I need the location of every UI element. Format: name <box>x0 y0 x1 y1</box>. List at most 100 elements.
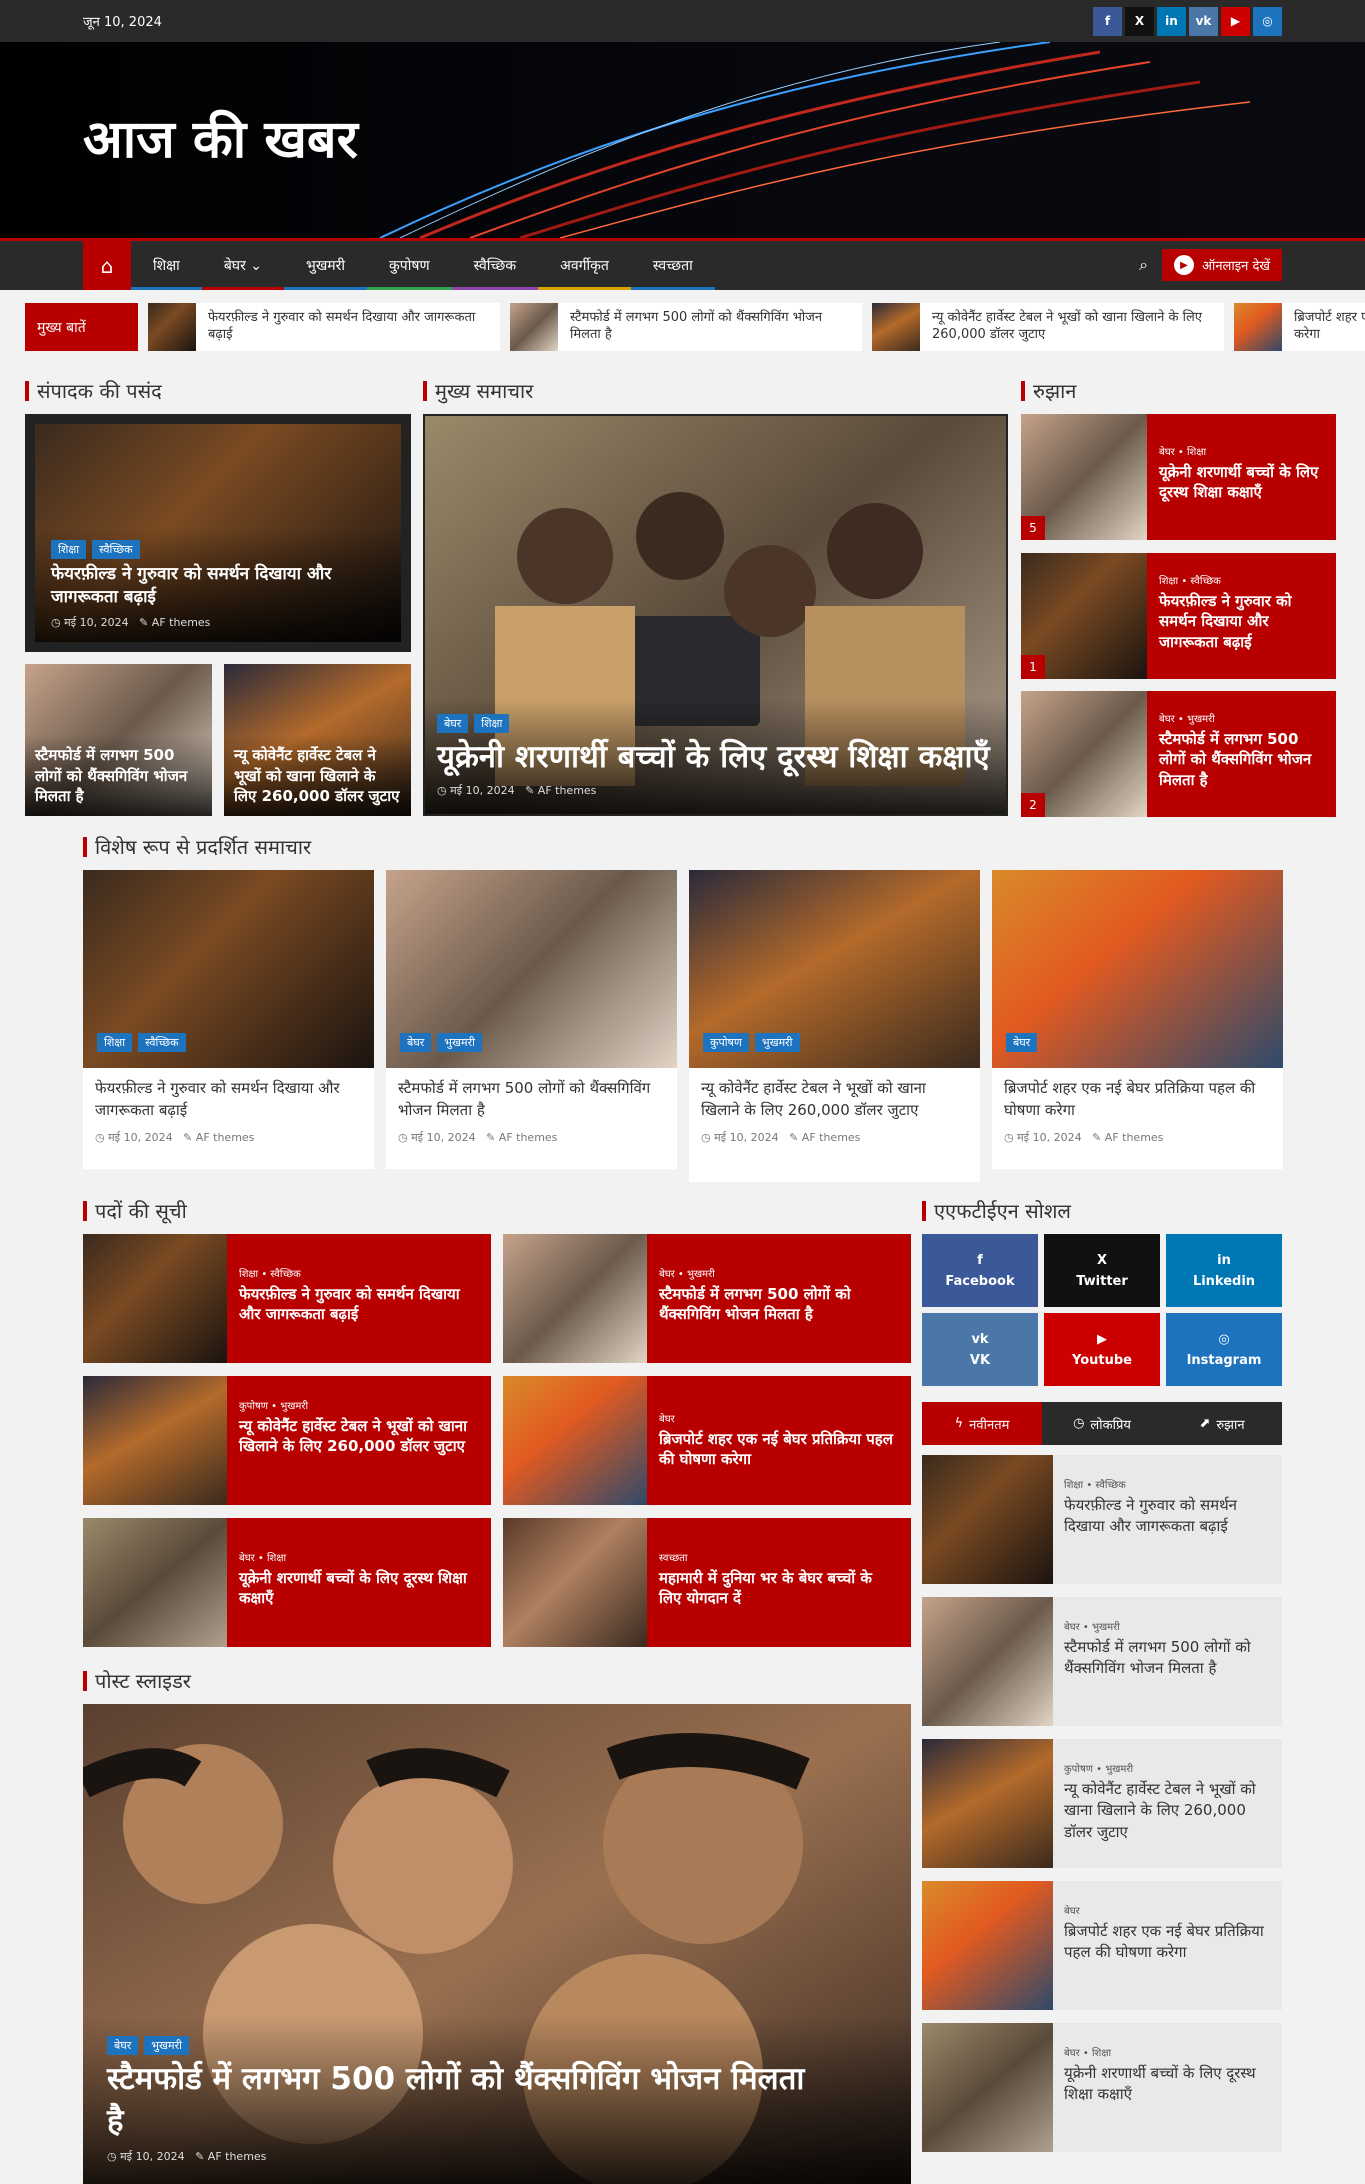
instagram-icon[interactable]: ◎ <box>1253 6 1282 36</box>
post-list-item[interactable]: बेघर ब्रिजपोर्ट शहर एक नई बेघर प्रतिक्रिय… <box>503 1376 911 1505</box>
featured-card[interactable]: शिक्षा स्वैच्छिक फेयरफ़ील्ड ने गुरुवार को… <box>83 870 374 1169</box>
linkedin-icon[interactable]: in <box>1157 6 1186 36</box>
post-list-item[interactable]: बेघर • शिक्षा यूक्रेनी शरणार्थी बच्चों के… <box>83 1518 491 1647</box>
play-icon: ▶ <box>1174 255 1195 275</box>
trending-item[interactable]: 1 शिक्षा • स्वैच्छिक फेयरफ़ील्ड ने गुरुव… <box>1021 553 1336 679</box>
category-tag[interactable]: बेघर <box>107 2036 139 2056</box>
watch-online-button[interactable]: ▶ ऑनलाइन देखें <box>1162 249 1282 281</box>
nav-item-sanitation[interactable]: स्वच्छता <box>630 241 715 290</box>
instagram-icon: ◎ <box>1218 1331 1230 1347</box>
tab-popular[interactable]: ◷ लोकप्रिय <box>1042 1402 1162 1445</box>
instagram-button[interactable]: ◎ Instagram <box>1166 1313 1282 1386</box>
main-news-card[interactable]: बेघर शिक्षा यूक्रेनी शरणार्थी बच्चों के ल… <box>423 414 1008 816</box>
editors-pick-heading: संपादक की पसंद <box>25 381 162 401</box>
category-tag[interactable]: शिक्षा <box>97 1033 133 1052</box>
ticker-thumbnail <box>1234 303 1282 351</box>
post-slider-heading: पोस्ट स्लाइडर <box>83 1671 191 1691</box>
ticker-item[interactable]: ब्रिजपोर्ट शहर एक नई बेघर प्रतिक्रिया पह… <box>1234 303 1365 351</box>
search-icon[interactable]: ⌕ <box>1139 255 1148 275</box>
rank-badge: 2 <box>1021 793 1045 817</box>
top-social-links: f X in vk ▶ ◎ <box>1093 6 1282 36</box>
rank-badge: 1 <box>1021 655 1045 679</box>
category-tag[interactable]: शिक्षा <box>51 540 87 560</box>
post-list-thumbnail <box>83 1234 227 1363</box>
featured-title[interactable]: फेयरफ़ील्ड ने गुरुवार को समर्थन दिखाया औ… <box>83 1068 374 1122</box>
post-list-item[interactable]: स्वच्छता महामारी में दुनिया भर के बेघर बच… <box>503 1518 911 1647</box>
editors-pick-image: शिक्षा स्वैच्छिक फेयरफ़ील्ड ने गुरुवार को… <box>35 424 401 642</box>
rank-badge: 5 <box>1021 516 1045 540</box>
main-news-heading: मुख्य समाचार <box>423 381 533 401</box>
sidebar-post[interactable]: बेघर ब्रिजपोर्ट शहर एक नई बेघर प्रतिक्रिय… <box>922 1881 1282 2010</box>
facebook-icon[interactable]: f <box>1093 6 1122 36</box>
author-icon: ✎ <box>139 616 149 629</box>
featured-title[interactable]: ब्रिजपोर्ट शहर एक नई बेघर प्रतिक्रिया पह… <box>992 1068 1283 1122</box>
youtube-button[interactable]: ▶ Youtube <box>1044 1313 1160 1386</box>
category-tag[interactable]: शिक्षा <box>474 713 510 733</box>
nav-item-malnutrition[interactable]: कुपोषण <box>367 241 452 290</box>
trending-icon: ⬈ <box>1199 1416 1211 1431</box>
category-tag[interactable]: स्वैच्छिक <box>92 540 140 560</box>
post-list-item[interactable]: बेघर • भुखमरी स्टैमफोर्ड में लगभग 500 लोग… <box>503 1234 911 1363</box>
featured-card[interactable]: बेघर ब्रिजपोर्ट शहर एक नई बेघर प्रतिक्रि… <box>992 870 1283 1169</box>
category-tag[interactable]: बेघर <box>1006 1033 1038 1052</box>
main-news-headline[interactable]: यूक्रेनी शरणार्थी बच्चों के लिए दूरस्थ श… <box>437 737 994 777</box>
category-tag[interactable]: बेघर <box>400 1033 432 1052</box>
category-tag[interactable]: स्वैच्छिक <box>138 1033 186 1052</box>
editors-pick-small-card[interactable]: स्टैमफोर्ड में लगभग 500 लोगों को थैंक्सग… <box>25 664 212 816</box>
category-tag[interactable]: भुखमरी <box>437 1033 482 1052</box>
author-icon: ✎ <box>525 784 535 797</box>
slider-headline[interactable]: स्टैमफोर्ड में लगभग 500 लोगों को थैंक्सग… <box>107 2059 807 2143</box>
ticker-item[interactable]: न्यू कोवेनैंट हार्वेस्ट टेबल ने भूखों को… <box>872 303 1224 351</box>
twitter-button[interactable]: X Twitter <box>1044 1234 1160 1307</box>
trending-item[interactable]: 5 बेघर • शिक्षा यूक्रेनी शरणार्थी बच्चों… <box>1021 414 1336 540</box>
trending-heading: रुझान <box>1021 381 1076 401</box>
trending-item[interactable]: 2 बेघर • भुखमरी स्टैमफोर्ड में लगभग 500 … <box>1021 691 1336 817</box>
post-list-heading: पदों की सूची <box>83 1201 187 1221</box>
featured-title[interactable]: न्यू कोवेनैंट हार्वेस्ट टेबल ने भूखों को… <box>689 1068 980 1122</box>
sidebar-post[interactable]: बेघर • भुखमरी स्टैमफोर्ड में लगभग 500 लोग… <box>922 1597 1282 1726</box>
site-logo[interactable]: आज की खबर <box>83 102 358 173</box>
home-icon[interactable]: ⌂ <box>83 241 131 290</box>
sidebar-post[interactable]: शिक्षा • स्वैच्छिक फेयरफ़ील्ड ने गुरुवार … <box>922 1455 1282 1584</box>
ticker-item[interactable]: फेयरफ़ील्ड ने गुरुवार को समर्थन दिखाया औ… <box>148 303 500 351</box>
editors-pick-title[interactable]: फेयरफ़ील्ड ने गुरुवार को समर्थन दिखाया औ… <box>51 563 385 609</box>
sidebar-post[interactable]: कुपोषण • भुखमरी न्यू कोवेनैंट हार्वेस्ट ट… <box>922 1739 1282 1868</box>
site-header: आज की खबर <box>0 42 1365 238</box>
category-tag[interactable]: भुखमरी <box>754 1033 800 1052</box>
linkedin-icon: in <box>1217 1252 1231 1268</box>
x-twitter-icon: X <box>1096 1252 1108 1268</box>
youtube-icon[interactable]: ▶ <box>1221 6 1250 36</box>
category-tag[interactable]: कुपोषण <box>703 1033 749 1052</box>
featured-card[interactable]: कुपोषण भुखमरी न्यू कोवेनैंट हार्वेस्ट टेब… <box>689 870 980 1182</box>
featured-card[interactable]: बेघर भुखमरी स्टैमफोर्ड में लगभग 500 लोगों… <box>386 870 677 1169</box>
tab-latest[interactable]: ϟ नवीनतम <box>922 1402 1042 1445</box>
linkedin-button[interactable]: in Linkedin <box>1166 1234 1282 1307</box>
ticker-item[interactable]: स्टैमफोर्ड में लगभग 500 लोगों को थैंक्सग… <box>510 303 862 351</box>
editors-pick-main-card[interactable]: शिक्षा स्वैच्छिक फेयरफ़ील्ड ने गुरुवार को… <box>25 414 411 652</box>
nav-item-hunger[interactable]: भुखमरी <box>284 241 368 290</box>
sidebar-post[interactable]: बेघर • शिक्षा यूक्रेनी शरणार्थी बच्चों के… <box>922 2023 1282 2152</box>
clock-icon: ◷ <box>701 1130 711 1144</box>
vk-icon[interactable]: vk <box>1189 6 1218 36</box>
ticker-thumbnail <box>872 303 920 351</box>
vk-button[interactable]: vk VK <box>922 1313 1038 1386</box>
post-list-thumbnail <box>503 1518 647 1647</box>
ticker-thumbnail <box>148 303 196 351</box>
tab-trending[interactable]: ⬈ रुझान <box>1162 1402 1282 1445</box>
clock-icon: ◷ <box>398 1130 408 1144</box>
post-list-item[interactable]: कुपोषण • भुखमरी न्यू कोवेनैंट हार्वेस्ट ट… <box>83 1376 491 1505</box>
nav-item-voluntary[interactable]: स्वैच्छिक <box>451 241 539 290</box>
nav-item-homeless[interactable]: बेघर ⌄ <box>201 241 284 290</box>
category-tag[interactable]: भुखमरी <box>144 2036 189 2056</box>
editors-pick-small-card[interactable]: न्यू कोवेनैंट हार्वेस्ट टेबल ने भूखों को… <box>224 664 411 816</box>
featured-title[interactable]: स्टैमफोर्ड में लगभग 500 लोगों को थैंक्सग… <box>386 1068 677 1122</box>
x-twitter-icon[interactable]: X <box>1125 6 1154 36</box>
featured-heading: विशेष रूप से प्रदर्शित समाचार <box>83 837 311 857</box>
post-slider[interactable]: बेघर भुखमरी स्टैमफोर्ड में लगभग 500 लोगों… <box>83 1704 911 2184</box>
nav-item-uncategorized[interactable]: अवर्गीकृत <box>538 241 631 290</box>
vk-icon: vk <box>971 1331 989 1347</box>
facebook-button[interactable]: f Facebook <box>922 1234 1038 1307</box>
category-tag[interactable]: बेघर <box>437 713 469 733</box>
post-list-item[interactable]: शिक्षा • स्वैच्छिक फेयरफ़ील्ड ने गुरुवार … <box>83 1234 491 1363</box>
nav-item-education[interactable]: शिक्षा <box>131 241 202 290</box>
